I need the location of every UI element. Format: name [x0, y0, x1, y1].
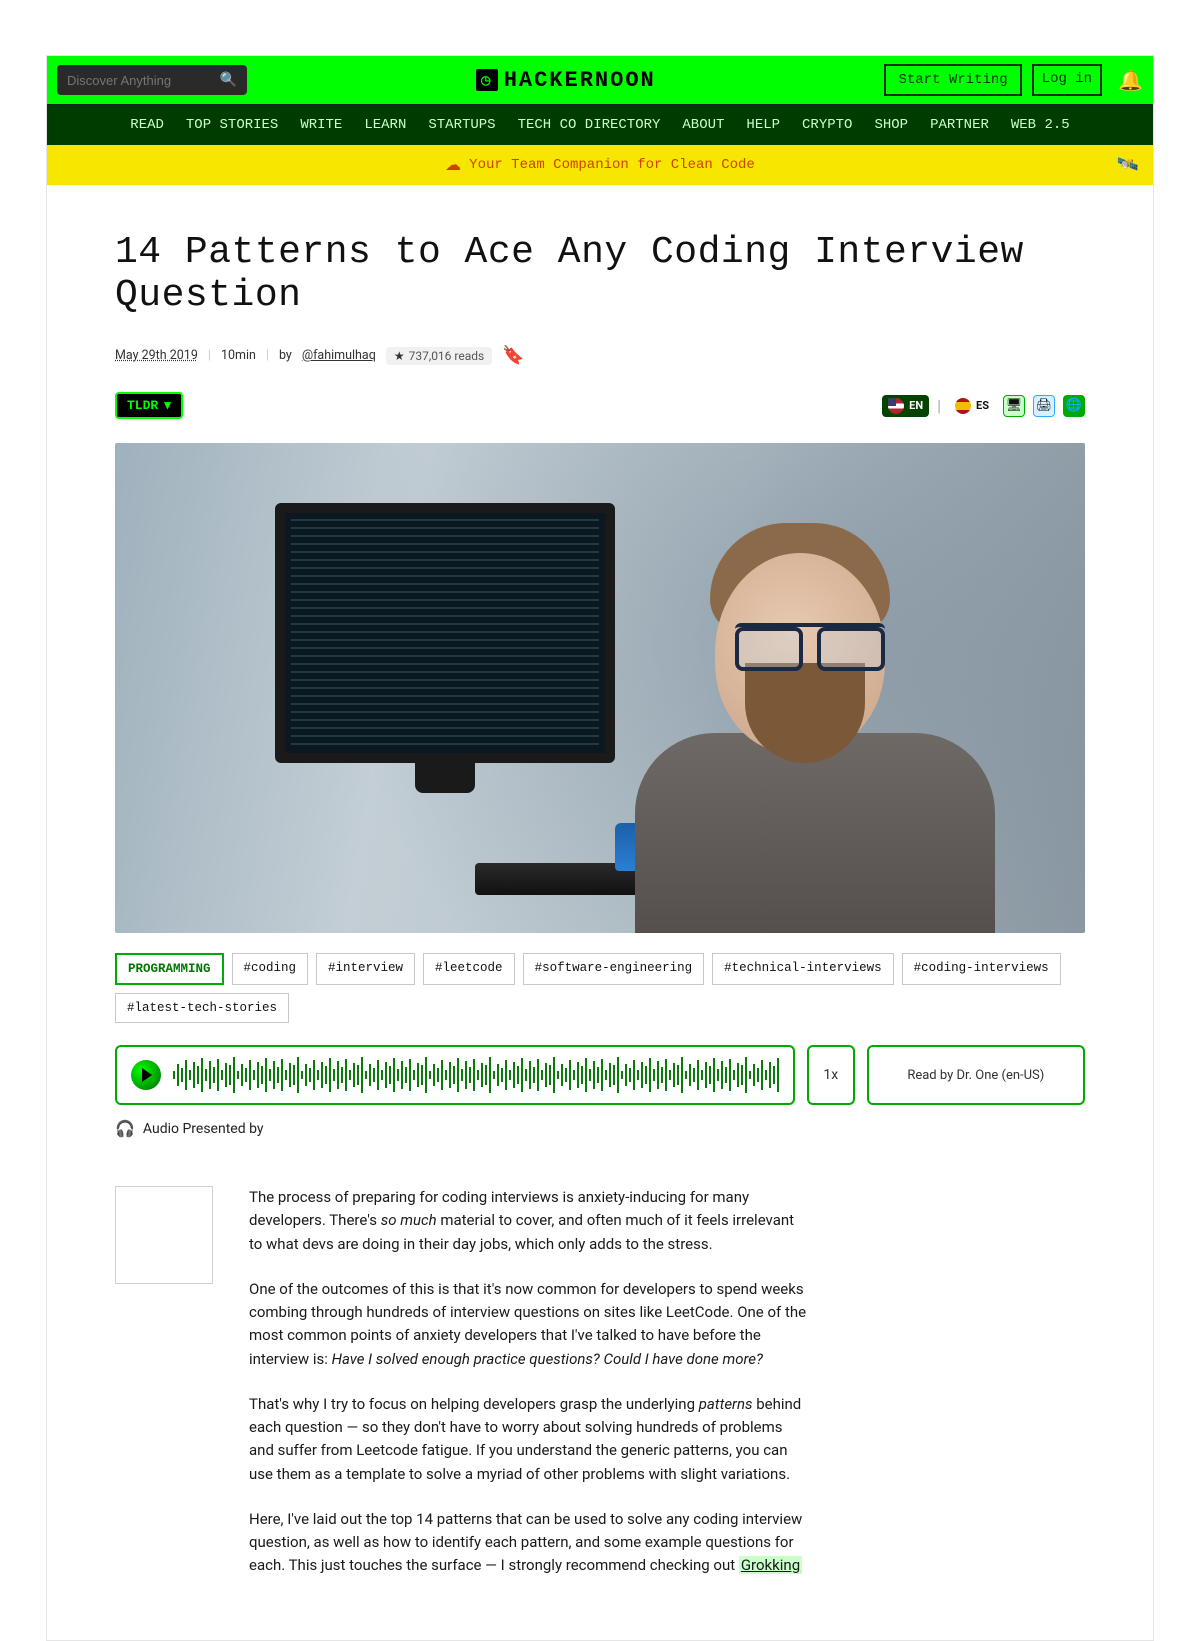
reads-count: ★ 737,016 reads [386, 347, 492, 365]
read-time: 10min [221, 348, 256, 363]
cloud-icon: ☁ [445, 155, 461, 175]
by-label: by [279, 348, 292, 363]
publish-date[interactable]: May 29th 2019 [115, 348, 198, 363]
chevron-down-icon: ▾ [164, 398, 171, 413]
search-icon[interactable]: 🔍 [220, 72, 237, 88]
tag-coding-interviews[interactable]: #coding-interviews [902, 953, 1061, 985]
tag-technical-interviews[interactable]: #technical-interviews [712, 953, 894, 985]
notifications-bell-icon[interactable]: 🔔 [1118, 68, 1143, 92]
globe-icon[interactable]: 🌐 [1063, 395, 1085, 417]
search-input[interactable] [67, 73, 220, 88]
nav-partner[interactable]: PARTNER [930, 117, 989, 133]
main-nav: READ TOP STORIES WRITE LEARN STARTUPS TE… [47, 104, 1153, 145]
nav-read[interactable]: READ [130, 117, 164, 133]
nav-help[interactable]: HELP [746, 117, 780, 133]
author-link[interactable]: @fahimulhaq [302, 348, 376, 363]
author-avatar-placeholder[interactable] [115, 1186, 213, 1284]
article-body: The process of preparing for coding inte… [249, 1186, 809, 1600]
tag-programming[interactable]: PROGRAMMING [115, 953, 224, 985]
tag-coding[interactable]: #coding [232, 953, 309, 985]
play-button[interactable] [131, 1060, 161, 1090]
voice-selector[interactable]: Read by Dr. One (en-US) [867, 1045, 1085, 1105]
nav-shop[interactable]: SHOP [874, 117, 908, 133]
lang-es-pill[interactable]: ES [949, 395, 995, 417]
audio-presented-by: 🎧 Audio Presented by [115, 1119, 1085, 1138]
tldr-button[interactable]: TLDR ▾ [115, 392, 183, 419]
start-writing-button[interactable]: Start Writing [884, 64, 1021, 96]
tag-software-engineering[interactable]: #software-engineering [523, 953, 705, 985]
brand-logo-title[interactable]: ◷ HACKERNOON [257, 68, 874, 93]
nav-learn[interactable]: LEARN [364, 117, 406, 133]
playback-speed-button[interactable]: 1x [807, 1045, 855, 1105]
monitor-illustration [275, 503, 615, 763]
article-meta: May 29th 2019 | 10min | by @fahimulhaq ★… [115, 345, 1085, 366]
tag-latest-tech-stories[interactable]: #latest-tech-stories [115, 993, 289, 1023]
flag-es-icon [955, 398, 971, 414]
audio-player-row: 1x Read by Dr. One (en-US) [115, 1045, 1085, 1105]
brand-text: HACKERNOON [504, 68, 656, 93]
nav-write[interactable]: WRITE [300, 117, 342, 133]
lang-en-pill[interactable]: EN [882, 395, 929, 417]
nav-tech-co-directory[interactable]: TECH CO DIRECTORY [518, 117, 661, 133]
grokking-link[interactable]: Grokking [739, 1556, 802, 1574]
tag-leetcode[interactable]: #leetcode [423, 953, 515, 985]
tag-list: PROGRAMMING #coding #interview #leetcode… [115, 953, 1085, 1023]
headphones-icon: 🎧 [115, 1119, 135, 1138]
audio-waveform-box[interactable] [115, 1045, 795, 1105]
reader-mode-icon[interactable]: 🖥 [1003, 395, 1025, 417]
flag-us-icon [888, 398, 904, 414]
bookmark-icon[interactable]: 🔖 [502, 345, 524, 366]
hero-image [115, 443, 1085, 933]
article-title: 14 Patterns to Ace Any Coding Interview … [115, 231, 1085, 317]
clock-pixel-icon: ◷ [476, 69, 498, 91]
login-button[interactable]: Log in [1032, 64, 1102, 95]
audio-waveform[interactable] [173, 1057, 779, 1093]
nav-about[interactable]: ABOUT [682, 117, 724, 133]
promo-banner[interactable]: ☁ Your Team Companion for Clean Code 🛰️ [47, 145, 1153, 185]
nav-crypto[interactable]: CRYPTO [802, 117, 852, 133]
nav-web25[interactable]: WEB 2.5 [1011, 117, 1070, 133]
nav-startups[interactable]: STARTUPS [428, 117, 495, 133]
promo-text: Your Team Companion for Clean Code [469, 157, 755, 173]
nav-top-stories[interactable]: TOP STORIES [186, 117, 278, 133]
satellite-icon[interactable]: 🛰️ [1117, 154, 1139, 176]
star-icon: ★ [394, 349, 405, 363]
print-icon[interactable]: 🖨 [1033, 395, 1055, 417]
tag-interview[interactable]: #interview [316, 953, 415, 985]
search-wrap[interactable]: 🔍 [57, 65, 247, 95]
